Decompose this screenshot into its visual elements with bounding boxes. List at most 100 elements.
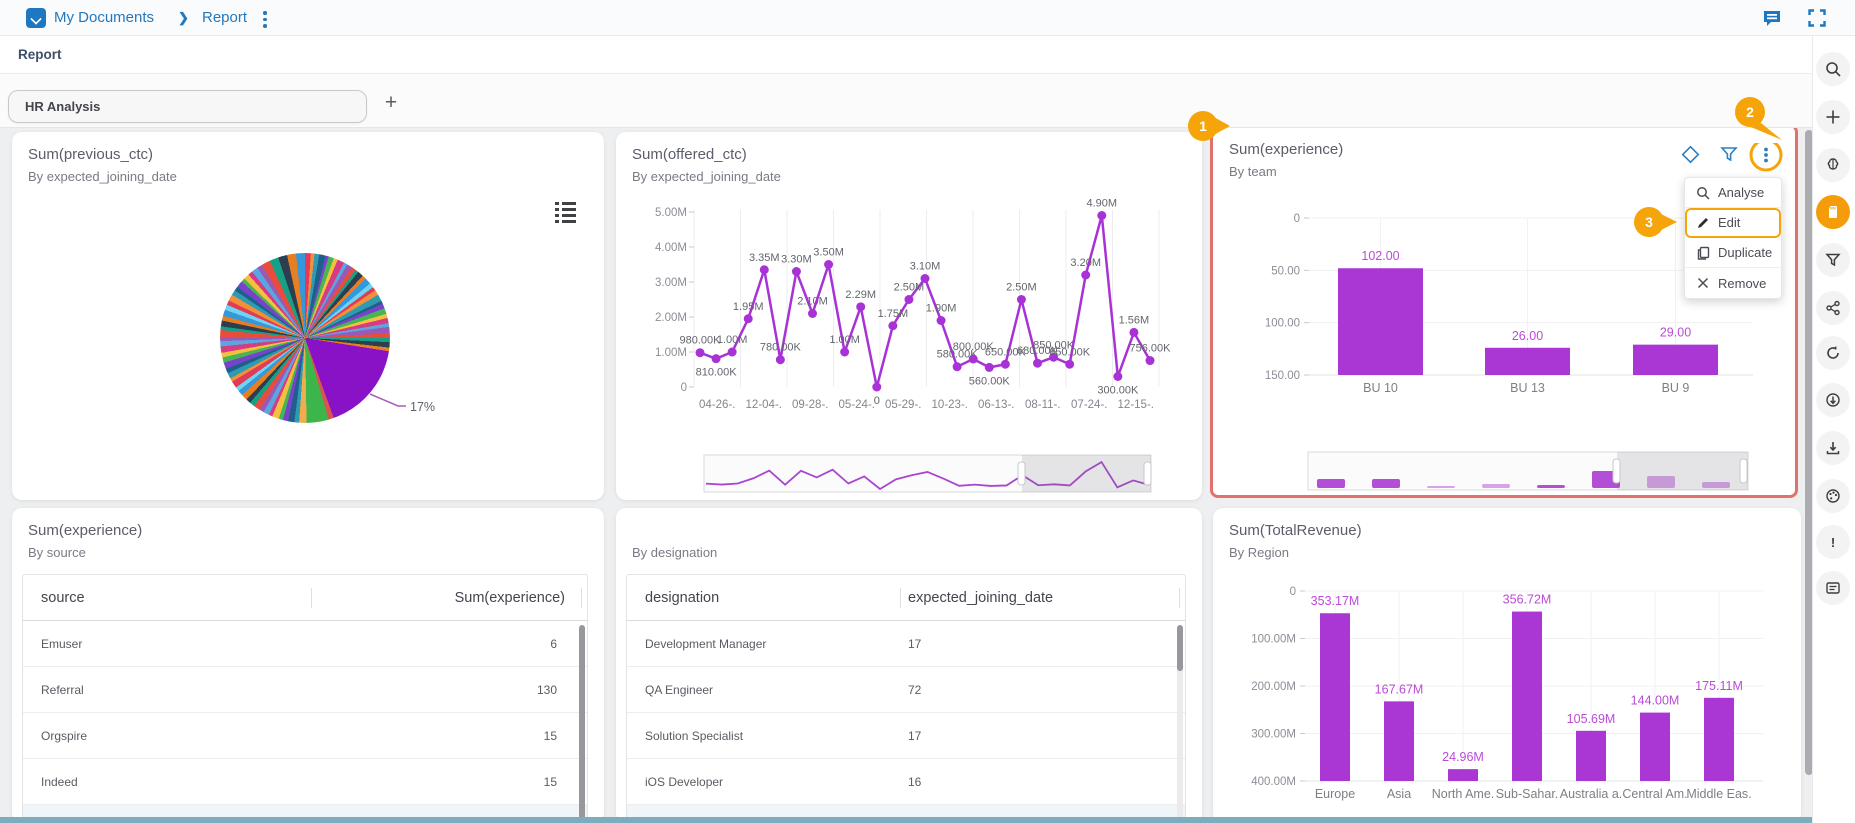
data-point[interactable] [759,265,769,275]
data-label: 24.96M [1442,750,1484,764]
column-header[interactable]: expected_joining_date [908,590,1053,606]
bar[interactable] [1576,730,1606,781]
widget-previous-ctc-pie: Sum(previous_ctc) By expected_joining_da… [12,132,604,500]
data-point[interactable] [1016,295,1026,304]
data-point[interactable] [1033,358,1042,368]
data-point[interactable] [856,302,866,312]
slider-handle[interactable] [1739,458,1748,484]
slider-handle[interactable] [1017,461,1026,486]
report-options-kebab-icon[interactable] [263,11,267,28]
table-header[interactable]: designation expected_joining_date [627,575,1185,621]
y-tick: 0 [681,382,687,394]
data-point[interactable] [1081,270,1091,280]
data-point[interactable] [727,347,737,357]
table-row[interactable]: QA Engineer 72 [627,667,1185,713]
data-point[interactable] [920,274,930,283]
table-row[interactable]: Indeed 15 [23,759,587,805]
data-point[interactable] [952,362,962,372]
menu-item-remove[interactable]: Remove [1685,268,1781,298]
line-chart[interactable]: 5.00M 4.00M 3.00M 2.00M 1.00M 0 04-26-. 12-04-.… [616,132,1202,500]
data-point[interactable] [1145,356,1155,366]
maximize-diamond-icon[interactable] [1681,145,1700,164]
table-row[interactable]: Referral 130 [23,667,587,713]
table-row[interactable]: iOS Developer 16 [627,759,1185,805]
table-row[interactable]: Development Manager 17 [627,621,1185,667]
slider-excluded-region[interactable] [1617,452,1748,490]
sidebar-search-icon[interactable] [1816,52,1850,86]
bar[interactable] [1485,347,1570,375]
table-row[interactable]: Orgspire 15 [23,713,587,759]
column-header[interactable]: designation [645,590,719,606]
table-scrollbar[interactable] [1177,625,1183,671]
data-point[interactable] [791,267,801,276]
sidebar-notes-icon[interactable] [1816,571,1850,605]
data-point[interactable] [808,309,817,318]
data-point[interactable] [904,295,914,304]
widget-kebab-icon[interactable] [1764,147,1768,163]
data-point[interactable] [775,355,785,365]
widget-title: Sum(experience) [28,522,143,539]
table-row[interactable]: Solution Specialist 17 [627,713,1185,759]
sidebar-data-icon[interactable] [1816,195,1850,229]
sidebar-publish-icon[interactable] [1816,383,1850,417]
slider-handle[interactable] [1612,458,1621,484]
data-point[interactable] [695,348,705,358]
bar[interactable] [1338,268,1423,375]
tab-hr-analysis[interactable]: HR Analysis [8,90,367,123]
breadcrumb-root[interactable]: My Documents [54,9,154,26]
sidebar-export-icon[interactable] [1816,431,1850,465]
bar[interactable] [1704,697,1734,781]
sidebar-zia-icon[interactable] [1816,148,1850,182]
data-point[interactable] [711,354,721,364]
widget-totalrevenue-by-region: Sum(TotalRevenue) By Region 0 100.00M 200.… [1213,508,1801,823]
slider-handle[interactable] [1143,461,1152,486]
table-scrollbar[interactable] [579,625,585,823]
menu-item-analyse[interactable]: Analyse [1685,178,1781,208]
data-point[interactable] [968,354,978,364]
data-label: 560.00K [969,375,1011,387]
bar[interactable] [1320,613,1350,781]
bar[interactable] [1384,701,1414,781]
bar[interactable] [1633,344,1718,375]
column-header[interactable]: Sum(experience) [455,590,565,606]
filter-icon[interactable] [1720,147,1738,162]
workspace-folder-icon[interactable] [26,8,46,28]
bar[interactable] [1448,769,1478,781]
data-point[interactable] [824,260,834,269]
data-point[interactable] [743,314,753,324]
data-point[interactable] [1129,327,1139,337]
bar[interactable] [1512,611,1542,781]
data-point[interactable] [1065,359,1075,369]
sidebar-theme-icon[interactable] [1816,479,1850,513]
data-point[interactable] [872,382,882,392]
sidebar-alert-icon[interactable]: ! [1816,525,1850,559]
x-tick: 12-15-. [1118,399,1154,411]
sidebar-refresh-icon[interactable] [1816,336,1850,370]
cell: 16 [908,775,922,789]
data-point[interactable] [984,362,994,372]
sidebar-share-icon[interactable] [1816,291,1850,325]
comments-icon[interactable] [1762,9,1784,27]
data-label: 3.50M [813,247,844,259]
table-row[interactable]: Emuser 6 [23,621,587,667]
slider-excluded-region[interactable] [1022,455,1151,492]
column-header[interactable]: source [41,590,85,606]
fullscreen-icon[interactable] [1808,9,1826,27]
bar-chart[interactable]: 0 100.00M 200.00M 300.00M 400.00M 353.17M Euro… [1213,508,1801,823]
bar[interactable] [1640,712,1670,781]
data-point[interactable] [840,347,850,357]
data-point[interactable] [1097,211,1107,220]
data-point[interactable] [936,316,946,325]
data-label: 3.20M [1070,257,1101,269]
data-point[interactable] [888,321,898,331]
sidebar-filter-icon[interactable] [1816,243,1850,277]
data-label: 1.56M [1119,314,1150,326]
menu-item-edit[interactable]: Edit [1685,208,1781,238]
menu-item-duplicate[interactable]: Duplicate [1685,238,1781,268]
sidebar-add-icon[interactable] [1816,100,1850,134]
table-header[interactable]: source Sum(experience) [23,575,587,621]
data-point[interactable] [1113,372,1123,381]
data-point[interactable] [1000,359,1010,369]
breadcrumb-current[interactable]: Report [202,9,247,26]
add-tab-button[interactable]: + [376,88,406,118]
